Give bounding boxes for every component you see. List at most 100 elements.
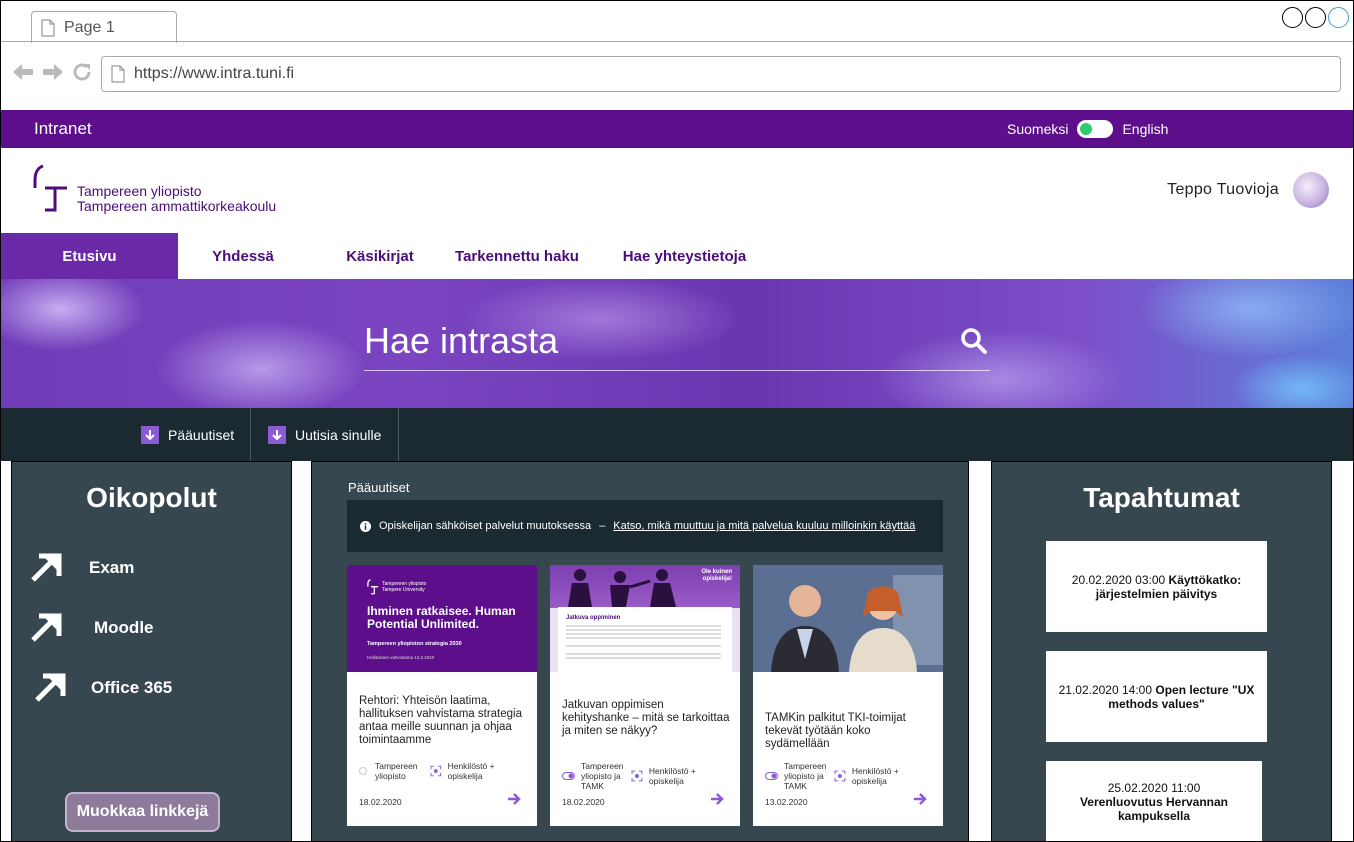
notice-link[interactable]: Katso, mikä muuttuu ja mitä palvelua kuu… bbox=[613, 520, 915, 532]
tuni-logo-icon bbox=[367, 579, 379, 595]
card-org: Tampereen yliopisto bbox=[359, 761, 430, 781]
card-image: Ole kuinen opiskelija! Jatkuva oppiminen bbox=[550, 565, 740, 672]
card-audience: Henkilöstö + opiskelija bbox=[631, 761, 732, 791]
lang-fi-label[interactable]: Suomeksi bbox=[1007, 121, 1068, 137]
shortcut-office365-label: Office 365 bbox=[91, 678, 173, 697]
notice-separator: – bbox=[599, 520, 606, 532]
browser-window: Page 1 https://www.intra.tuni.fi Intrane… bbox=[0, 0, 1354, 842]
target-icon bbox=[834, 770, 846, 782]
logo-line-1: Tampereen yliopisto bbox=[77, 183, 202, 199]
down-arrow-icon bbox=[141, 425, 159, 444]
nav-etusivu[interactable]: Etusivu bbox=[1, 233, 178, 279]
close-button[interactable] bbox=[1328, 7, 1349, 28]
notice-banner: Opiskelijan sähköiset palvelut muutokses… bbox=[347, 500, 943, 552]
nav-yhdessa[interactable]: Yhdessä bbox=[178, 233, 308, 279]
info-icon bbox=[360, 520, 371, 532]
tab-paauutiset-label: Pääuutiset bbox=[168, 426, 235, 443]
reload-icon[interactable] bbox=[71, 61, 93, 83]
search-icon[interactable] bbox=[960, 327, 988, 355]
arrow-up-right-icon bbox=[31, 553, 62, 582]
intranet-brand: Intranet bbox=[34, 119, 92, 138]
card-meta: Tampereen yliopisto ja TAMK Henkilöstö +… bbox=[562, 761, 732, 791]
news-card[interactable]: Tampereen yliopisto Tampere University I… bbox=[347, 565, 537, 826]
shortcuts-panel: Oikopolut Exam Moodle Office 365 Muokkaa… bbox=[11, 461, 292, 841]
arrow-right-icon[interactable] bbox=[710, 793, 724, 805]
card-image-doc-lines bbox=[566, 625, 721, 627]
university-logo[interactable]: Tampereen yliopisto Tampereen ammattikor… bbox=[33, 164, 276, 214]
card-title[interactable]: Rehtori: Yhteisön laatima, hallituksen v… bbox=[359, 695, 527, 747]
language-toggle[interactable] bbox=[1077, 120, 1114, 138]
card-image-small-text: Hallituksen vahvistama 13.2.2020 bbox=[367, 655, 435, 660]
event-name: Verenluovutus Hervannan kampuksella bbox=[1079, 795, 1229, 823]
arrow-right-icon[interactable] bbox=[913, 793, 927, 805]
notice-text: Opiskelijan sähköiset palvelut muutokses… bbox=[379, 520, 592, 532]
user-name: Teppo Tuovioja bbox=[1167, 181, 1279, 198]
event-item[interactable]: 25.02.2020 11:00 Verenluovutus Hervannan … bbox=[1046, 761, 1262, 841]
target-icon bbox=[631, 770, 643, 782]
shortcuts-title: Oikopolut bbox=[86, 482, 217, 513]
news-section-label: Pääuutiset bbox=[348, 480, 410, 495]
card-title[interactable]: TAMKin palkitut TKI-toimijat tekevät työ… bbox=[765, 712, 933, 751]
tuni-logo-icon bbox=[33, 164, 67, 212]
browser-tab[interactable]: Page 1 bbox=[31, 11, 177, 43]
edit-links-button[interactable]: Muokkaa linkkejä bbox=[65, 792, 220, 832]
search-input[interactable] bbox=[364, 317, 924, 365]
shortcut-moodle[interactable]: Moodle bbox=[27, 610, 154, 646]
toggle-on-icon bbox=[765, 772, 778, 780]
tab-uutisia-sinulle[interactable]: Uutisia sinulle bbox=[258, 408, 399, 461]
card-audience: Henkilöstö + opiskelija bbox=[834, 761, 935, 791]
tab-uutisia-sinulle-label: Uutisia sinulle bbox=[295, 426, 382, 443]
shortcut-exam-label: Exam bbox=[89, 558, 135, 577]
shortcut-moodle-label: Moodle bbox=[94, 618, 154, 637]
lang-en-label[interactable]: English bbox=[1122, 121, 1168, 137]
window-controls bbox=[1282, 7, 1349, 28]
toggle-off-icon bbox=[359, 767, 367, 775]
card-title[interactable]: Jatkuvan oppimisen kehityshanke – mitä s… bbox=[562, 699, 730, 738]
news-panel: Pääuutiset Opiskelijan sähköiset palvelu… bbox=[311, 461, 969, 841]
card-audience-label: Henkilöstö + opiskelija bbox=[648, 766, 696, 786]
shortcut-exam[interactable]: Exam bbox=[27, 550, 134, 586]
card-org-label: Tampereen yliopisto ja TAMK bbox=[581, 761, 624, 791]
address-bar[interactable]: https://www.intra.tuni.fi bbox=[101, 56, 1341, 92]
nav-hae-yhteystietoja[interactable]: Hae yhteystietoja bbox=[582, 233, 787, 279]
forward-arrow-icon[interactable] bbox=[41, 62, 65, 82]
news-card[interactable]: Ole kuinen opiskelija! Jatkuva oppiminen… bbox=[550, 565, 740, 826]
minimize-button[interactable] bbox=[1282, 7, 1303, 28]
logo-line-2: Tampereen ammattikorkeakoulu bbox=[77, 198, 277, 214]
news-card[interactable]: TAMKin palkitut TKI-toimijat tekevät työ… bbox=[753, 565, 943, 826]
card-image: Tampereen yliopisto Tampere University I… bbox=[347, 565, 537, 672]
intranet-topbar: Intranet Suomeksi English bbox=[1, 110, 1353, 148]
event-item[interactable]: 21.02.2020 14:00 Open lecture "UX method… bbox=[1046, 651, 1267, 742]
shortcut-office365[interactable]: Office 365 bbox=[31, 670, 172, 706]
nav-kasikirjat[interactable]: Käsikirjat bbox=[308, 233, 452, 279]
arrow-right-icon[interactable] bbox=[507, 793, 521, 805]
nav-tarkennettu-haku[interactable]: Tarkennettu haku bbox=[452, 233, 582, 279]
card-audience-label: Henkilöstö + opiskelija bbox=[851, 766, 899, 786]
hero-banner bbox=[1, 279, 1353, 408]
card-image bbox=[753, 565, 943, 672]
card-date: 18.02.2020 bbox=[359, 797, 402, 807]
tab-divider bbox=[1, 41, 1353, 42]
user-menu[interactable]: Teppo Tuovioja bbox=[1167, 172, 1329, 208]
arrow-up-right-icon bbox=[35, 673, 66, 702]
card-meta: Tampereen yliopisto ja TAMK Henkilöstö +… bbox=[765, 761, 935, 791]
back-arrow-icon[interactable] bbox=[11, 62, 35, 82]
card-image-subtitle: Tampereen yliopiston strategia 2030 bbox=[367, 641, 462, 647]
card-meta: Tampereen yliopisto Henkilöstö + opiskel… bbox=[359, 761, 529, 781]
events-title: Tapahtumat bbox=[1083, 482, 1240, 513]
event-item[interactable]: 20.02.2020 03:00 Käyttökatko: järjestelm… bbox=[1046, 541, 1267, 632]
card-audience: Henkilöstö + opiskelija bbox=[430, 761, 529, 781]
portrait-photo bbox=[753, 565, 943, 672]
toggle-on-icon bbox=[562, 772, 575, 780]
card-audience-label: Henkilöstö + opiskelija bbox=[447, 761, 495, 781]
card-org-label: Tampereen yliopisto ja TAMK bbox=[784, 761, 827, 791]
card-org: Tampereen yliopisto ja TAMK bbox=[765, 761, 834, 791]
avatar[interactable] bbox=[1293, 172, 1329, 208]
tab-paauutiset[interactable]: Pääuutiset bbox=[131, 408, 251, 461]
maximize-button[interactable] bbox=[1305, 7, 1326, 28]
hero-search bbox=[364, 317, 990, 371]
card-image-doc-title: Jatkuva oppiminen bbox=[566, 615, 621, 621]
card-image-doc: Jatkuva oppiminen bbox=[558, 607, 732, 672]
tab-title: Page 1 bbox=[64, 18, 115, 36]
card-org-label: Tampereen yliopisto bbox=[375, 761, 418, 781]
